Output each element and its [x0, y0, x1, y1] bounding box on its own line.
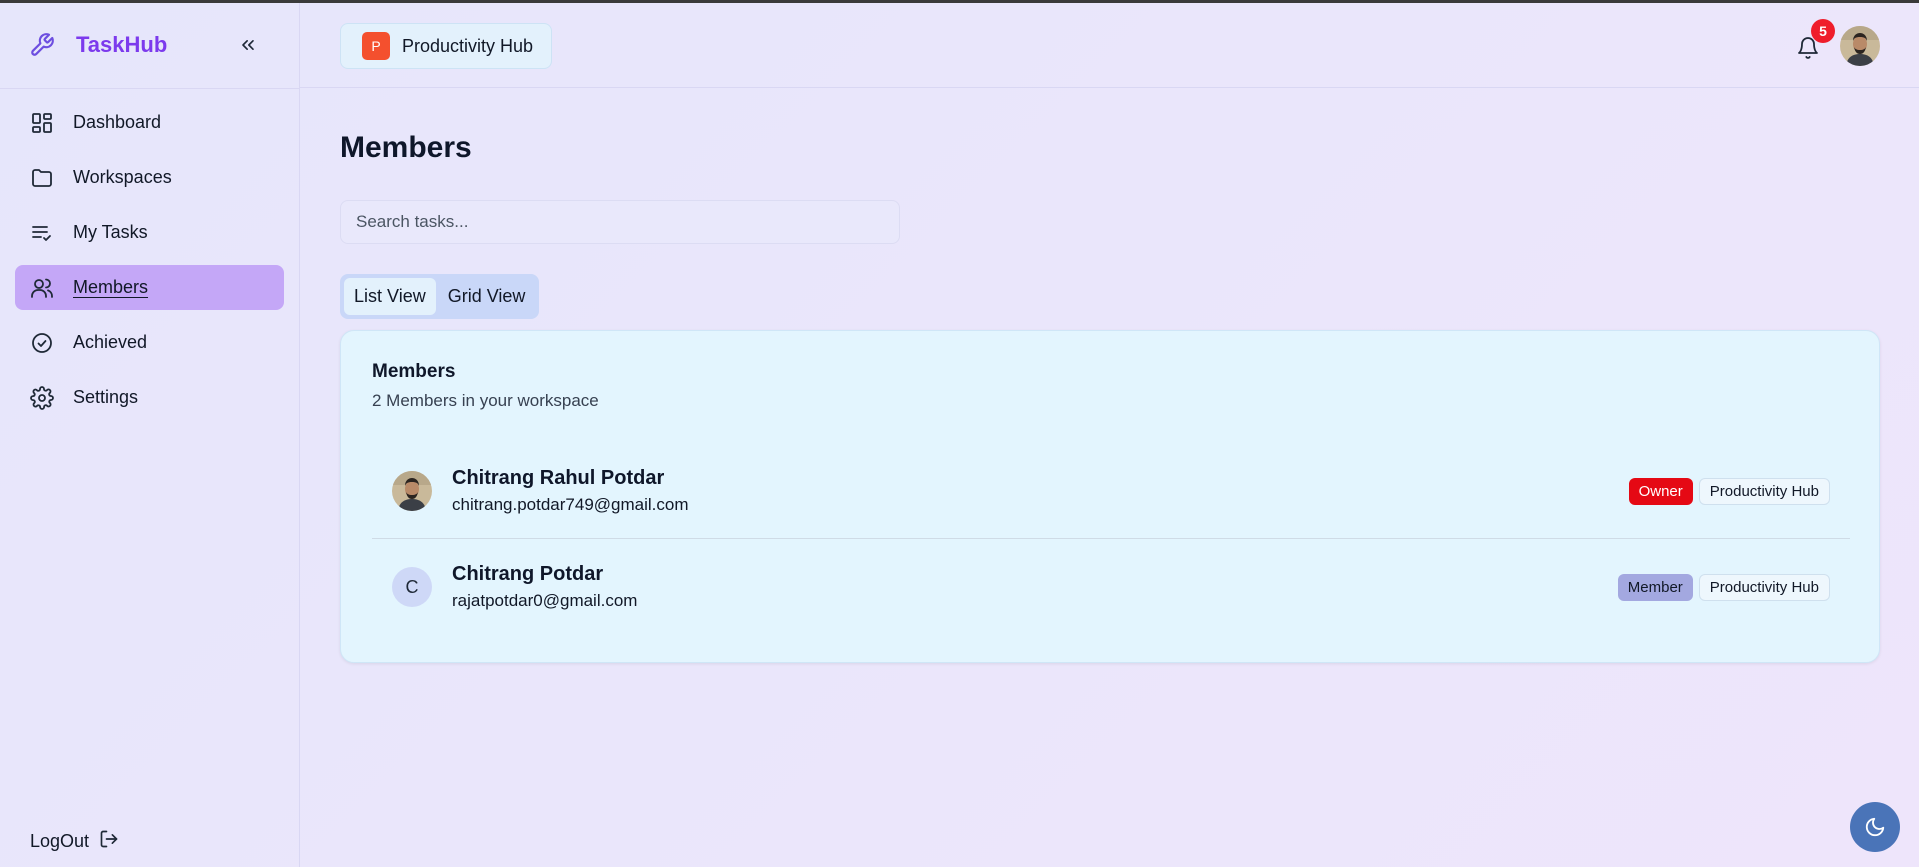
member-name: Chitrang Rahul Potdar [452, 467, 665, 489]
page-title: Members [340, 131, 472, 164]
member-name: Chitrang Potdar [452, 563, 604, 585]
workspace-selector[interactable]: P Productivity Hub [340, 23, 553, 69]
sidebar-item-label: Dashboard [73, 112, 162, 132]
check-circle-icon [29, 330, 55, 356]
sidebar-divider [0, 88, 300, 89]
sidebar-item-label: Workspaces [73, 167, 172, 187]
member-email: chitrang.potdar749@gmail.com [452, 495, 689, 514]
workspace-avatar: P [362, 32, 390, 60]
gear-icon [29, 385, 55, 411]
sidebar: TaskHub Dashboard Workspaces My Tasks Me… [0, 3, 300, 867]
members-card: Members 2 Members in your workspace Chit… [340, 330, 1880, 663]
sidebar-nav: Dashboard Workspaces My Tasks Members Ac… [15, 100, 284, 430]
member-email: rajatpotdar0@gmail.com [452, 591, 638, 610]
list-check-icon [29, 220, 55, 246]
member-avatar: C [392, 567, 432, 607]
moon-icon [1865, 817, 1885, 837]
view-toggle: List View Grid View [340, 274, 540, 319]
notification-count-badge: 5 [1811, 19, 1835, 43]
users-icon [29, 275, 55, 301]
member-tags: Member Productivity Hub [1617, 574, 1830, 601]
grid-view-tab[interactable]: Grid View [438, 278, 536, 315]
sidebar-item-members[interactable]: Members [15, 265, 284, 310]
search-input[interactable] [340, 200, 900, 244]
workspace-badge: Productivity Hub [1698, 574, 1830, 601]
sidebar-item-my-tasks[interactable]: My Tasks [15, 210, 284, 255]
workspace-badge: Productivity Hub [1698, 478, 1830, 505]
top-header: P Productivity Hub 5 [300, 3, 1919, 88]
member-avatar [392, 471, 432, 511]
member-row[interactable]: Chitrang Rahul Potdar chitrang.potdar749… [372, 443, 1850, 539]
user-avatar-image [1840, 26, 1880, 66]
user-avatar[interactable] [1840, 26, 1880, 66]
list-view-tab[interactable]: List View [344, 278, 436, 315]
sidebar-item-settings[interactable]: Settings [15, 375, 284, 420]
app-name: TaskHub [76, 32, 168, 57]
member-tags: Owner Productivity Hub [1628, 478, 1830, 505]
chevrons-left-icon [242, 40, 254, 51]
sidebar-item-label: Achieved [73, 332, 148, 352]
sidebar-item-label: Members [73, 277, 149, 297]
sidebar-item-dashboard[interactable]: Dashboard [15, 100, 284, 145]
sidebar-item-label: Settings [73, 387, 139, 407]
role-badge: Owner [1628, 478, 1693, 505]
collapse-sidebar-button[interactable] [236, 33, 260, 57]
sidebar-item-workspaces[interactable]: Workspaces [15, 155, 284, 200]
logout-label: LogOut [30, 831, 90, 851]
folder-icon [29, 165, 55, 191]
brand[interactable]: TaskHub [28, 31, 167, 59]
theme-toggle-button[interactable] [1850, 802, 1900, 852]
members-card-title: Members [372, 361, 456, 382]
role-badge: Member [1617, 574, 1693, 601]
logout-button[interactable]: LogOut [30, 829, 119, 854]
logout-icon [99, 829, 119, 854]
wrench-icon [28, 31, 56, 59]
members-card-subtitle: 2 Members in your workspace [372, 391, 599, 410]
sidebar-item-label: My Tasks [73, 222, 148, 242]
dashboard-icon [29, 110, 55, 136]
member-row[interactable]: C Chitrang Potdar rajatpotdar0@gmail.com… [372, 539, 1850, 635]
sidebar-item-achieved[interactable]: Achieved [15, 320, 284, 365]
workspace-name: Productivity Hub [402, 35, 534, 56]
